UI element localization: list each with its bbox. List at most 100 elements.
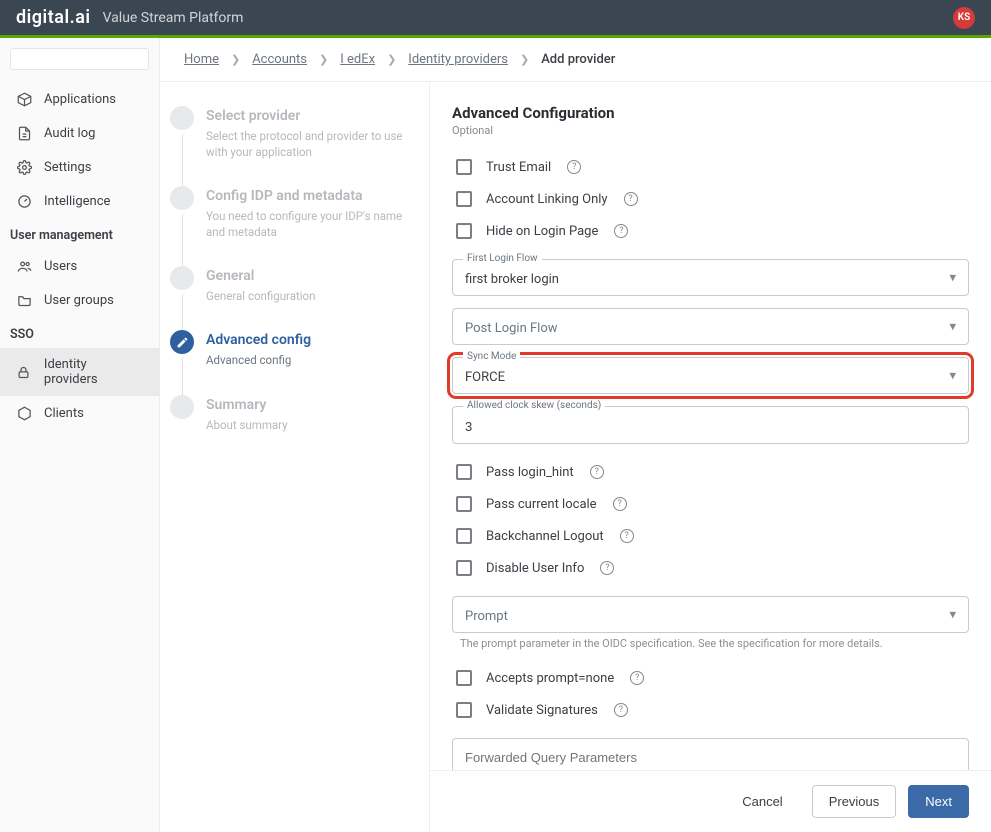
chevron-down-icon: ▾ <box>949 319 956 334</box>
chevron-down-icon: ▾ <box>949 270 956 285</box>
step-title: General <box>206 268 409 284</box>
next-button[interactable]: Next <box>908 785 969 818</box>
sidebar-item-label: User groups <box>44 293 114 308</box>
help-icon[interactable]: ? <box>614 224 628 238</box>
step-title: Summary <box>206 397 409 413</box>
nav-section-sso: SSO <box>0 317 159 348</box>
brand-logo: digital.ai <box>16 7 91 28</box>
select-value: FORCE <box>465 370 505 385</box>
step-title: Advanced config <box>206 332 409 348</box>
users-icon <box>16 258 32 274</box>
checkbox-accepts-prompt-none[interactable] <box>456 670 472 686</box>
chevron-down-icon: ▾ <box>949 368 956 383</box>
step-desc: General configuration <box>206 288 409 304</box>
help-icon[interactable]: ? <box>590 465 604 479</box>
nav-section-user-mgmt: User management <box>0 218 159 249</box>
checkbox-disable-user-info[interactable] <box>456 560 472 576</box>
checkbox-trust-email[interactable] <box>456 159 472 175</box>
sidebar-item-intelligence[interactable]: Intelligence <box>0 184 159 218</box>
select-post-login-flow[interactable]: Post Login Flow ▾ <box>452 308 969 345</box>
page-subtitle: Optional <box>452 124 969 137</box>
sidebar-item-settings[interactable]: Settings <box>0 150 159 184</box>
breadcrumb: Home ❯ Accounts ❯ I edEx ❯ Identity prov… <box>160 38 991 82</box>
breadcrumb-link-idp[interactable]: Identity providers <box>408 52 508 67</box>
input-forwarded-query[interactable] <box>452 738 969 770</box>
input-clock-skew[interactable] <box>465 419 934 434</box>
gauge-icon <box>16 193 32 209</box>
help-icon[interactable]: ? <box>624 192 638 206</box>
label-trust-email: Trust Email <box>486 160 551 175</box>
sidebar-item-clients[interactable]: Clients <box>0 396 159 430</box>
document-icon <box>16 125 32 141</box>
step-summary[interactable]: Summary About summary <box>170 395 409 433</box>
select-prompt[interactable]: Prompt ▾ <box>452 596 969 633</box>
label-backchannel-logout: Backchannel Logout <box>486 529 604 544</box>
select-first-login-flow[interactable]: First Login Flow first broker login ▾ <box>452 259 969 296</box>
checkbox-backchannel-logout[interactable] <box>456 528 472 544</box>
help-icon[interactable]: ? <box>567 160 581 174</box>
page-title: Advanced Configuration <box>452 104 969 122</box>
cancel-button[interactable]: Cancel <box>725 785 799 818</box>
label-pass-login-hint: Pass login_hint <box>486 465 574 480</box>
org-selector[interactable] <box>10 48 149 70</box>
breadcrumb-link-accounts[interactable]: Accounts <box>252 52 307 67</box>
field-label: First Login Flow <box>463 253 542 264</box>
checkbox-validate-signatures[interactable] <box>456 702 472 718</box>
input-clock-skew-wrap: Allowed clock skew (seconds) <box>452 406 969 444</box>
chevron-down-icon: ▾ <box>949 607 956 622</box>
sidebar-item-identity-providers[interactable]: Identity providers <box>0 348 159 396</box>
step-dot-icon <box>170 186 194 210</box>
checkbox-pass-login-hint[interactable] <box>456 464 472 480</box>
previous-button[interactable]: Previous <box>812 785 897 818</box>
sidebar-item-label: Users <box>44 259 77 274</box>
checkbox-hide-login[interactable] <box>456 223 472 239</box>
folder-icon <box>16 292 32 308</box>
checkbox-pass-locale[interactable] <box>456 496 472 512</box>
breadcrumb-current: Add provider <box>541 52 615 67</box>
step-config-idp[interactable]: Config IDP and metadata You need to conf… <box>170 186 409 240</box>
help-icon[interactable]: ? <box>614 703 628 717</box>
field-label: Post Login Flow <box>465 321 558 336</box>
step-desc: Advanced config <box>206 352 409 368</box>
step-dot-icon <box>170 106 194 130</box>
helper-text-prompt: The prompt parameter in the OIDC specifi… <box>452 637 969 650</box>
label-account-linking: Account Linking Only <box>486 192 608 207</box>
checkbox-account-linking[interactable] <box>456 191 472 207</box>
label-accepts-prompt-none: Accepts prompt=none <box>486 671 614 686</box>
breadcrumb-link-home[interactable]: Home <box>184 52 219 67</box>
select-value: first broker login <box>465 272 559 287</box>
help-icon[interactable]: ? <box>613 497 627 511</box>
step-dot-icon <box>170 395 194 419</box>
chevron-right-icon: ❯ <box>231 53 240 66</box>
help-icon[interactable]: ? <box>630 671 644 685</box>
step-select-provider[interactable]: Select provider Select the protocol and … <box>170 106 409 160</box>
sync-mode-highlight: Sync Mode FORCE ▾ <box>452 357 969 394</box>
chevron-right-icon: ❯ <box>319 53 328 66</box>
wizard-steps: Select provider Select the protocol and … <box>160 82 430 832</box>
chevron-right-icon: ❯ <box>520 53 529 66</box>
sidebar-item-users[interactable]: Users <box>0 249 159 283</box>
select-sync-mode[interactable]: Sync Mode FORCE ▾ <box>452 357 969 394</box>
chevron-right-icon: ❯ <box>387 53 396 66</box>
sidebar-item-label: Settings <box>44 160 91 175</box>
cube-icon <box>16 91 32 107</box>
step-general[interactable]: General General configuration <box>170 266 409 304</box>
sidebar-item-label: Intelligence <box>44 194 110 209</box>
sidebar-item-audit-log[interactable]: Audit log <box>0 116 159 150</box>
sidebar: Applications Audit log Settings Intellig… <box>0 38 160 832</box>
help-icon[interactable]: ? <box>600 561 614 575</box>
help-icon[interactable]: ? <box>620 529 634 543</box>
sidebar-item-label: Audit log <box>44 126 95 141</box>
breadcrumb-link-org[interactable]: I edEx <box>340 52 375 67</box>
avatar[interactable]: KS <box>953 7 975 29</box>
field-label: Prompt <box>465 609 508 624</box>
field-label: Allowed clock skew (seconds) <box>463 400 605 411</box>
sidebar-item-label: Applications <box>44 92 116 107</box>
sidebar-item-applications[interactable]: Applications <box>0 82 159 116</box>
platform-name: Value Stream Platform <box>103 10 244 26</box>
step-desc: Select the protocol and provider to use … <box>206 128 409 160</box>
gear-icon <box>16 159 32 175</box>
sidebar-item-user-groups[interactable]: User groups <box>0 283 159 317</box>
step-desc: You need to configure your IDP's name an… <box>206 208 409 240</box>
step-advanced-config[interactable]: Advanced config Advanced config <box>170 330 409 368</box>
